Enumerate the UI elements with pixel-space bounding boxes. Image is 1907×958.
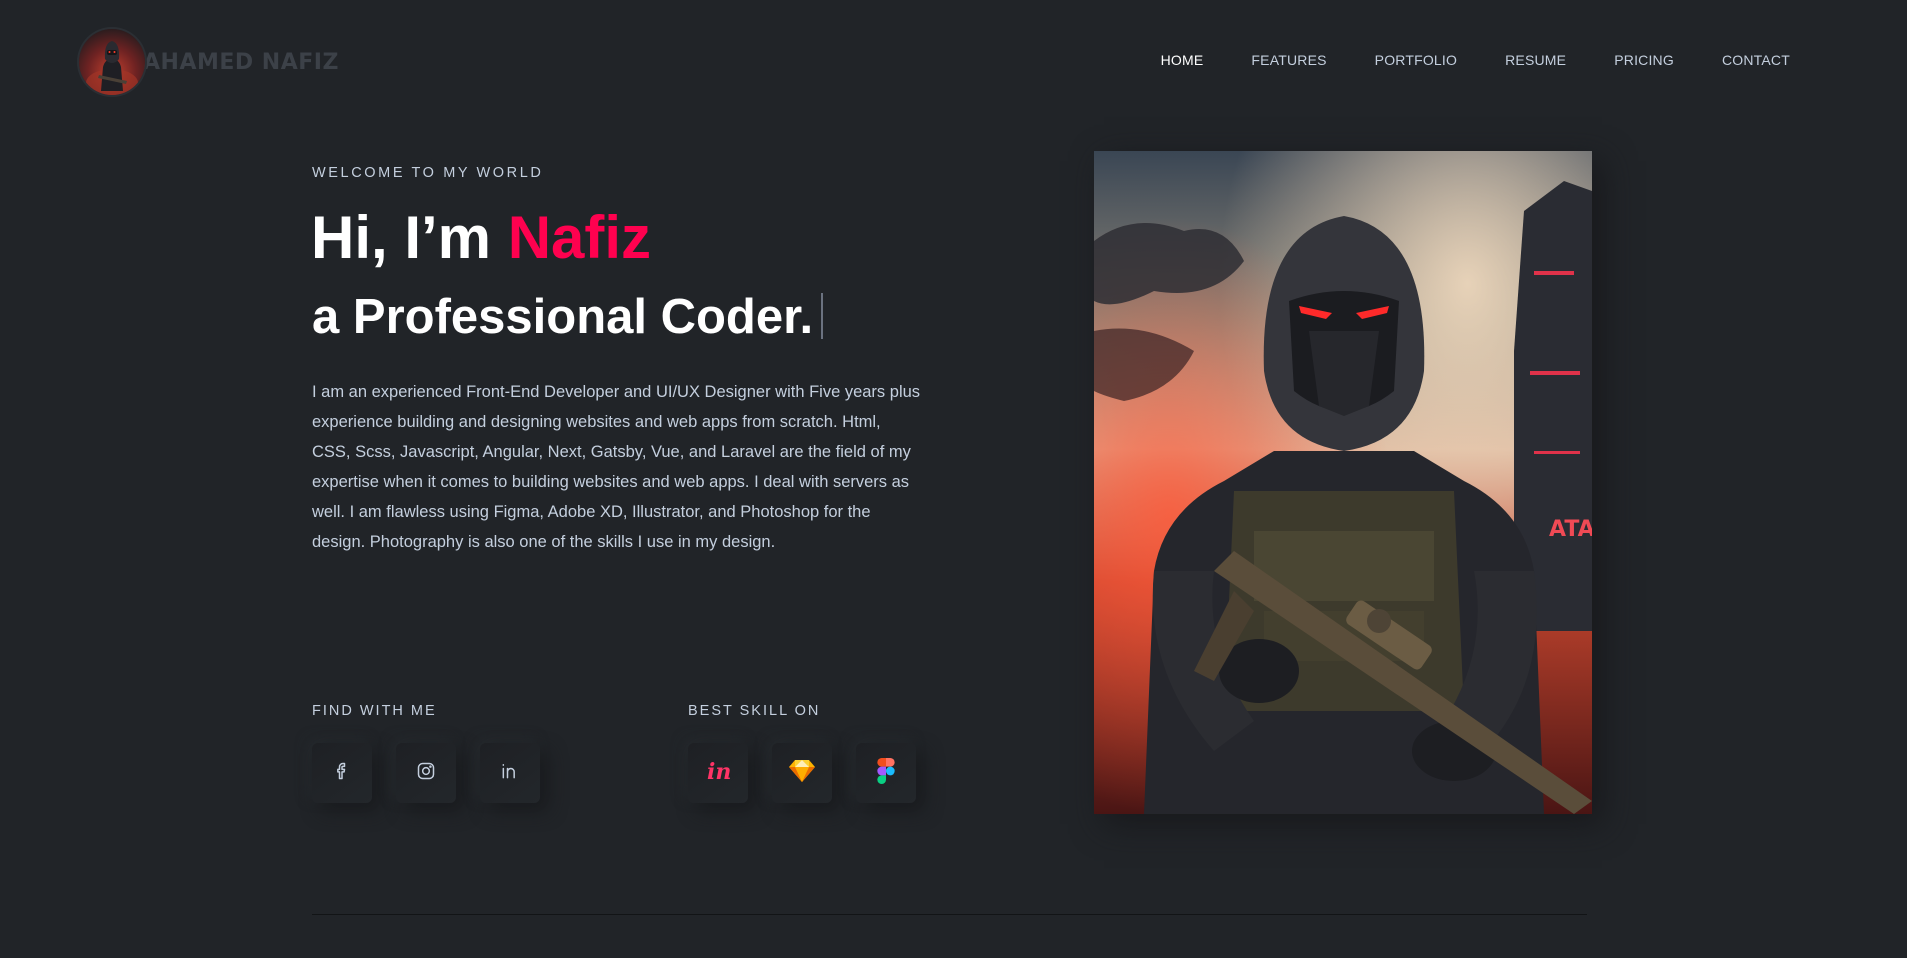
svg-text:in: in: [707, 759, 731, 785]
facebook-button[interactable]: [312, 743, 372, 803]
linkedin-button[interactable]: [480, 743, 540, 803]
skills-label: BEST SKILL ON: [688, 703, 821, 719]
social-icons: [312, 743, 540, 803]
invision-button[interactable]: in: [688, 743, 748, 803]
nav-home[interactable]: HOME: [1161, 52, 1204, 68]
hero-kicker: WELCOME TO MY WORLD: [312, 165, 544, 181]
skill-icons: in: [688, 743, 916, 803]
linkedin-icon: [500, 761, 520, 786]
figma-icon: [877, 757, 895, 789]
logo-text: AHAMED NAFIZ: [143, 49, 339, 75]
figma-button[interactable]: [856, 743, 916, 803]
instagram-button[interactable]: [396, 743, 456, 803]
hero-portrait-image: ATA: [1094, 151, 1592, 814]
logo[interactable]: AHAMED NAFIZ: [79, 29, 339, 95]
hero-subtitle: a Professional Coder.: [312, 290, 824, 345]
hero-name: Nafiz: [507, 204, 652, 271]
typing-cursor: [821, 293, 824, 339]
nav-pricing[interactable]: PRICING: [1614, 52, 1674, 68]
hero-description: I am an experienced Front-End Developer …: [312, 383, 921, 551]
nav-resume[interactable]: RESUME: [1505, 52, 1566, 68]
hero-greeting: Hi, I’m: [311, 204, 508, 271]
sketch-icon: [788, 758, 816, 789]
logo-avatar: [79, 29, 145, 95]
nav-contact[interactable]: CONTACT: [1722, 52, 1790, 68]
hero-subtitle-prefix: a: [312, 290, 340, 344]
site-header: AHAMED NAFIZ HOME FEATURES PORTFOLIO RES…: [0, 0, 1907, 120]
facebook-icon: [332, 761, 352, 786]
social-label: FIND WITH ME: [312, 703, 437, 719]
instagram-icon: [416, 761, 436, 786]
hero-title: Hi, I’m Nafiz: [311, 205, 651, 271]
section-divider: [312, 914, 1587, 915]
svg-text:ATA: ATA: [1549, 517, 1592, 542]
nav-portfolio[interactable]: PORTFOLIO: [1375, 52, 1457, 68]
hero-subtitle-text: Professional Coder.: [352, 290, 814, 344]
nav-features[interactable]: FEATURES: [1251, 52, 1326, 68]
sketch-button[interactable]: [772, 743, 832, 803]
invision-icon: in: [704, 757, 732, 790]
main-nav: HOME FEATURES PORTFOLIO RESUME PRICING C…: [1113, 52, 1790, 68]
